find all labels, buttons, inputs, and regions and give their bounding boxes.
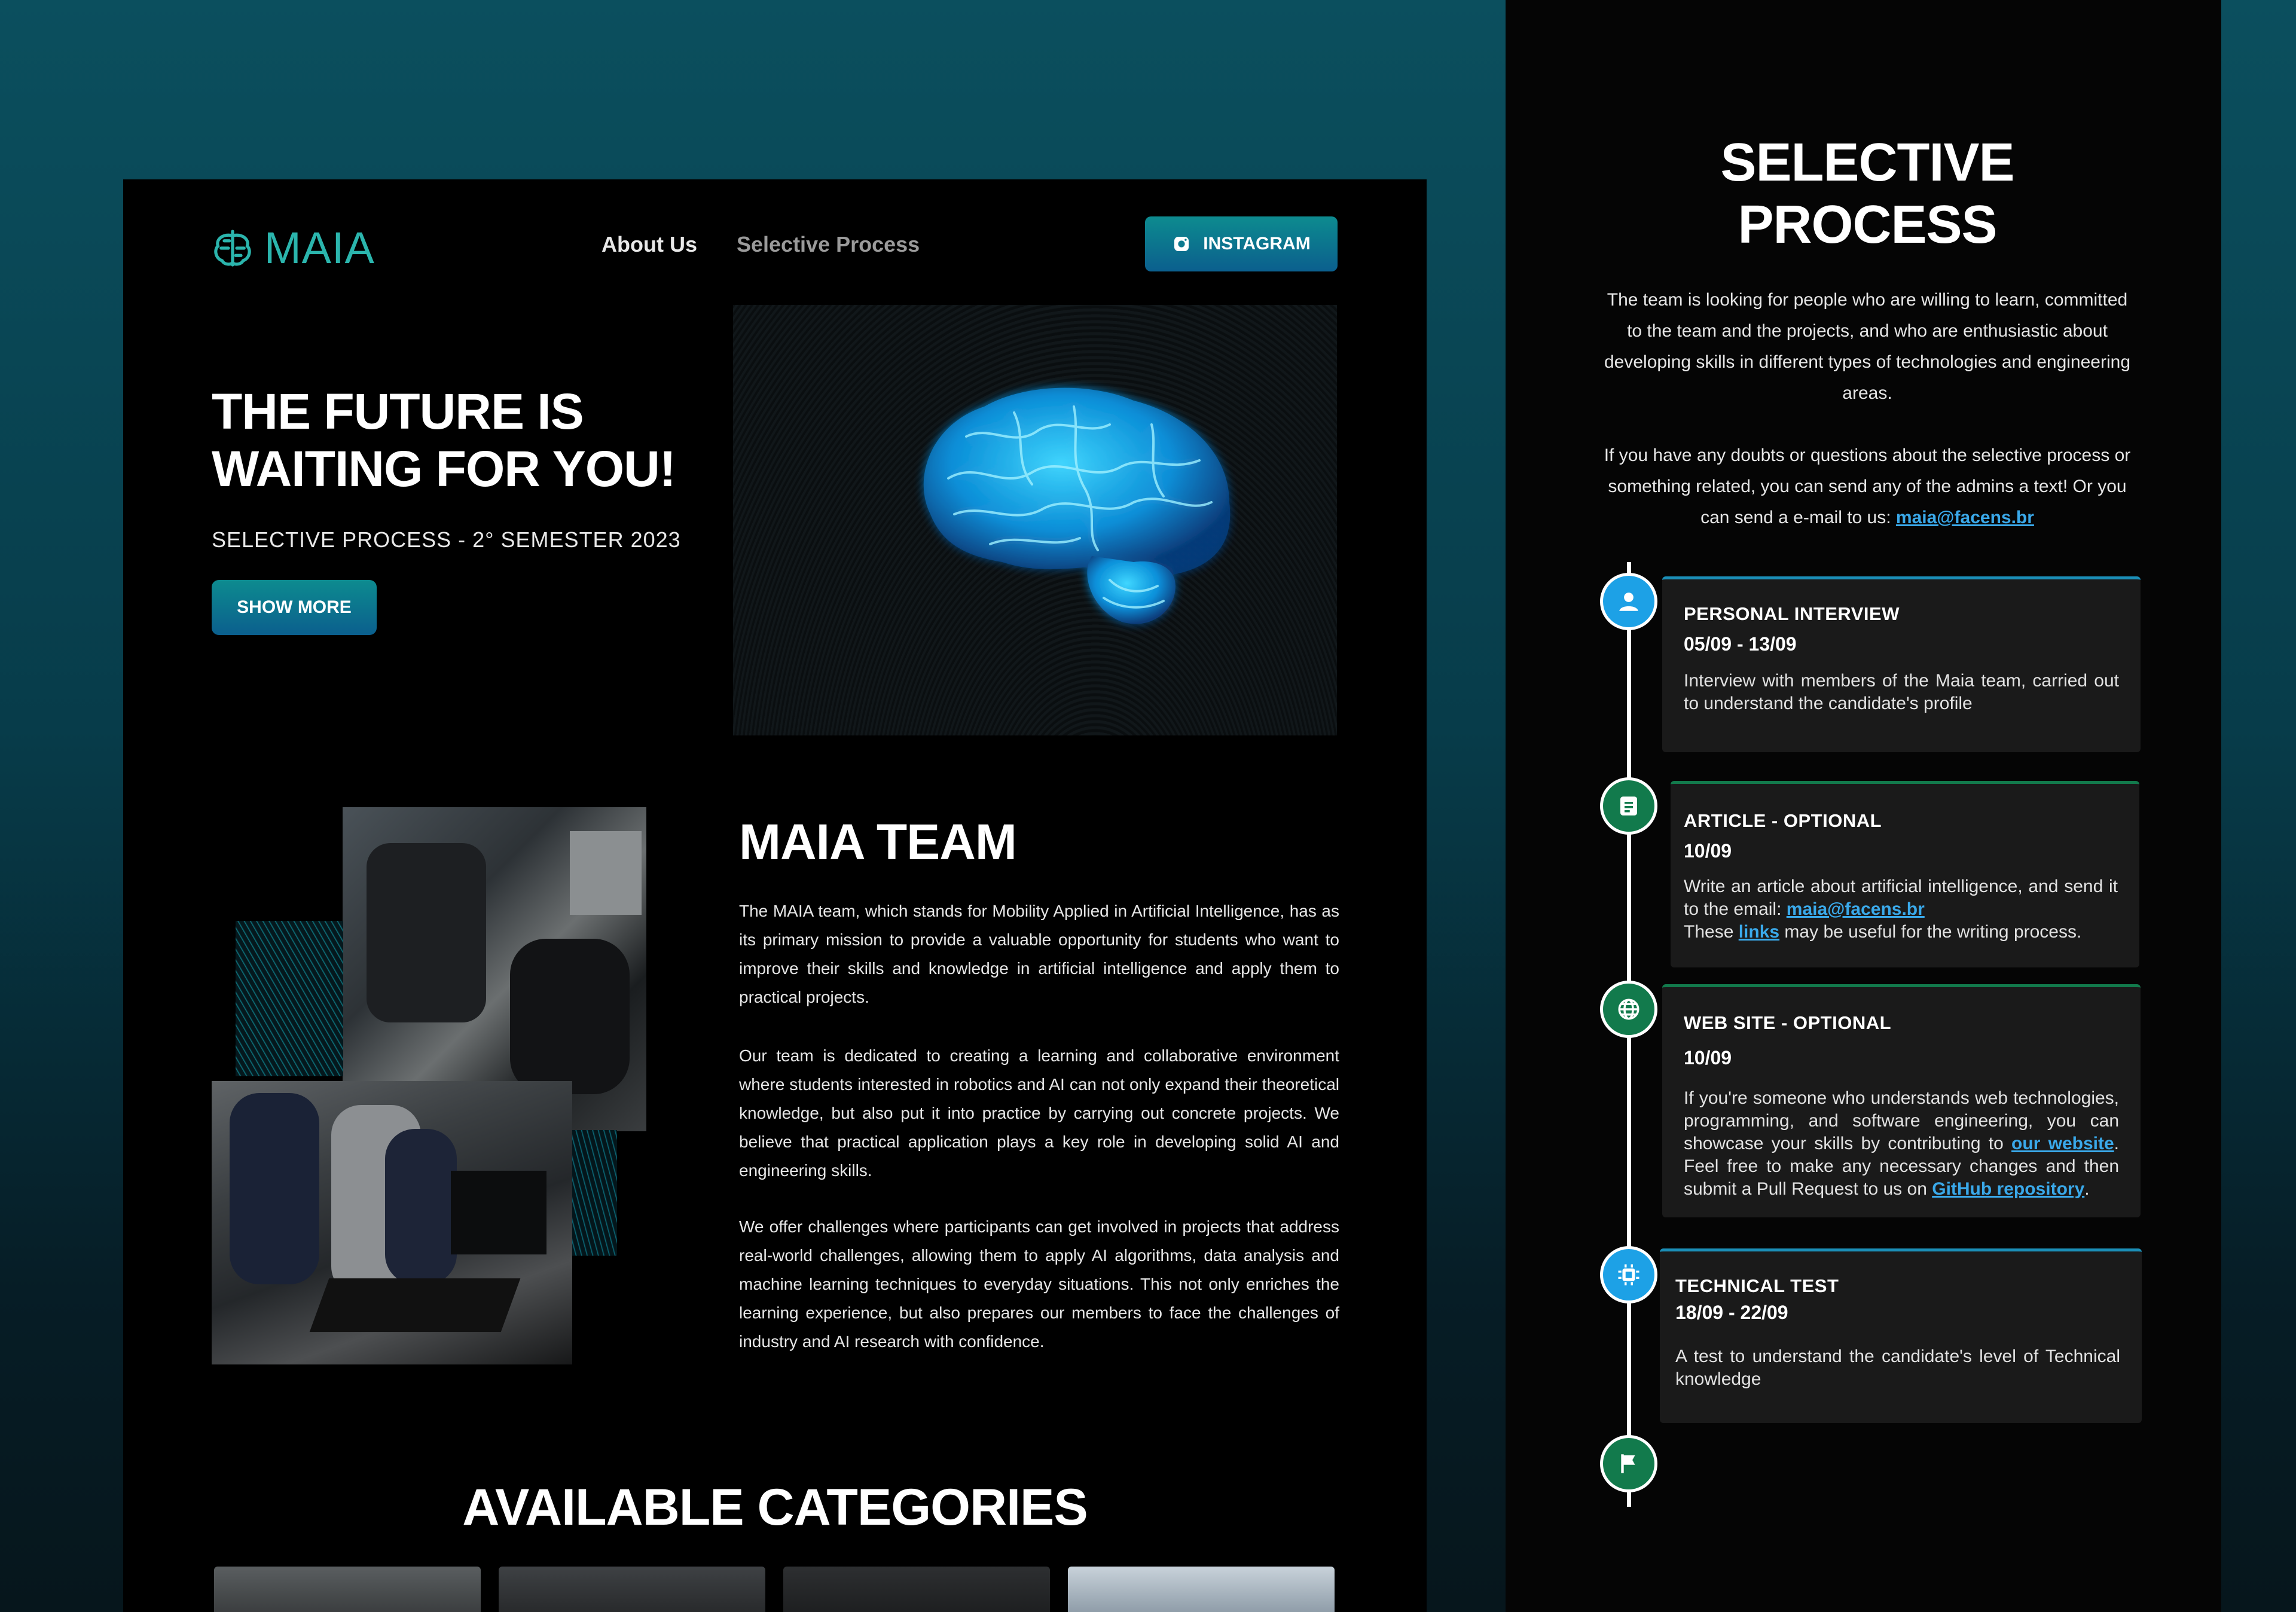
article-email-link[interactable]: maia@facens.br <box>1787 899 1925 919</box>
category-card[interactable] <box>783 1567 1050 1612</box>
category-card[interactable] <box>1068 1567 1335 1612</box>
selective-contact: If you have any doubts or questions abou… <box>1601 440 2133 533</box>
hero-subtitle: SELECTIVE PROCESS - 2° SEMESTER 2023 <box>212 527 681 552</box>
nav-link-about-us[interactable]: About Us <box>602 232 697 257</box>
brain-logo-icon <box>214 229 251 267</box>
github-repository-link[interactable]: GitHub repository <box>1932 1179 2084 1199</box>
show-more-button[interactable]: SHOW MORE <box>212 580 377 635</box>
wave-graphic-small <box>572 1130 617 1256</box>
timeline-dot-end <box>1600 1435 1657 1492</box>
step-card-technical-test: TECHNICAL TEST 18/09 - 22/09 A test to u… <box>1660 1248 2142 1423</box>
step-title: WEB SITE - OPTIONAL <box>1684 1012 1892 1033</box>
timeline-dot-article <box>1600 777 1657 835</box>
instagram-button[interactable]: INSTAGRAM <box>1145 216 1338 271</box>
title-line-1: SELECTIVE <box>1720 133 2014 193</box>
document-icon <box>1620 796 1637 816</box>
maia-logo[interactable]: MAIA <box>212 222 375 273</box>
instagram-button-label: INSTAGRAM <box>1203 234 1311 254</box>
step-title: ARTICLE - OPTIONAL <box>1684 810 1882 831</box>
user-icon <box>1619 593 1638 611</box>
step-description: A test to understand the candidate's lev… <box>1675 1347 2120 1389</box>
contact-email-link[interactable]: maia@facens.br <box>1896 508 2034 527</box>
step-description: Write an article about artificial intell… <box>1684 875 2118 944</box>
selective-process-panel: SELECTIVE PROCESS The team is looking fo… <box>1506 0 2221 1612</box>
step-description: Interview with members of the Maia team,… <box>1684 671 2119 713</box>
team-paragraph-2: Our team is dedicated to creating a lear… <box>739 1046 1339 1180</box>
step-card-article: ARTICLE - OPTIONAL 10/09 Write an articl… <box>1671 781 2139 967</box>
team-paragraph-1: The MAIA team, which stands for Mobility… <box>739 902 1339 1006</box>
glowing-brain-illustration <box>923 387 1231 624</box>
globe-icon <box>1618 999 1639 1020</box>
step-date: 05/09 - 13/09 <box>1684 633 1797 655</box>
our-website-link[interactable]: our website <box>2011 1134 2114 1153</box>
step-date: 10/09 <box>1684 840 1732 862</box>
timeline-dot-interview <box>1600 573 1657 630</box>
nav-link-selective-process[interactable]: Selective Process <box>737 232 920 257</box>
category-card[interactable] <box>214 1567 481 1612</box>
timeline-dot-technical-test <box>1600 1246 1657 1303</box>
step-text: . <box>2084 1179 2090 1199</box>
writing-links-link[interactable]: links <box>1739 922 1779 942</box>
timeline-dot-website <box>1600 981 1657 1038</box>
step-text: These <box>1684 922 1739 942</box>
categories-title: AVAILABLE CATEGORIES <box>462 1479 1088 1536</box>
team-paragraph-3: We offer challenges where participants c… <box>739 1217 1339 1351</box>
instagram-icon <box>1174 237 1189 251</box>
step-title: TECHNICAL TEST <box>1675 1275 1839 1296</box>
step-title: PERSONAL INTERVIEW <box>1684 603 1900 624</box>
landing-page-panel: MAIA About Us Selective Process INSTAGRA… <box>123 179 1427 1612</box>
logo-text: MAIA <box>264 223 375 273</box>
hero-title: THE FUTURE IS WAITING FOR YOU! <box>212 383 676 497</box>
step-card-interview: PERSONAL INTERVIEW 05/09 - 13/09 Intervi… <box>1662 576 2141 752</box>
flag-icon <box>1621 1454 1635 1473</box>
step-date: 10/09 <box>1684 1047 1732 1068</box>
wave-graphic <box>236 921 343 1076</box>
selective-process-title: SELECTIVE PROCESS <box>1506 132 2221 256</box>
team-title: MAIA TEAM <box>739 814 1017 870</box>
main-nav: About Us Selective Process <box>602 232 920 257</box>
selective-intro: The team is looking for people who are w… <box>1604 290 2131 403</box>
step-date: 18/09 - 22/09 <box>1675 1302 1788 1323</box>
chip-icon <box>1618 1264 1639 1286</box>
title-line-2: PROCESS <box>1738 195 1997 255</box>
contact-text: If you have any doubts or questions abou… <box>1604 445 2131 527</box>
category-card[interactable] <box>499 1567 765 1612</box>
step-text: may be useful for the writing process. <box>1779 922 2082 942</box>
step-description: If you're someone who understands web te… <box>1684 1087 2119 1201</box>
team-photo-computer <box>212 1081 572 1364</box>
step-card-website: WEB SITE - OPTIONAL 10/09 If you're some… <box>1662 984 2141 1217</box>
